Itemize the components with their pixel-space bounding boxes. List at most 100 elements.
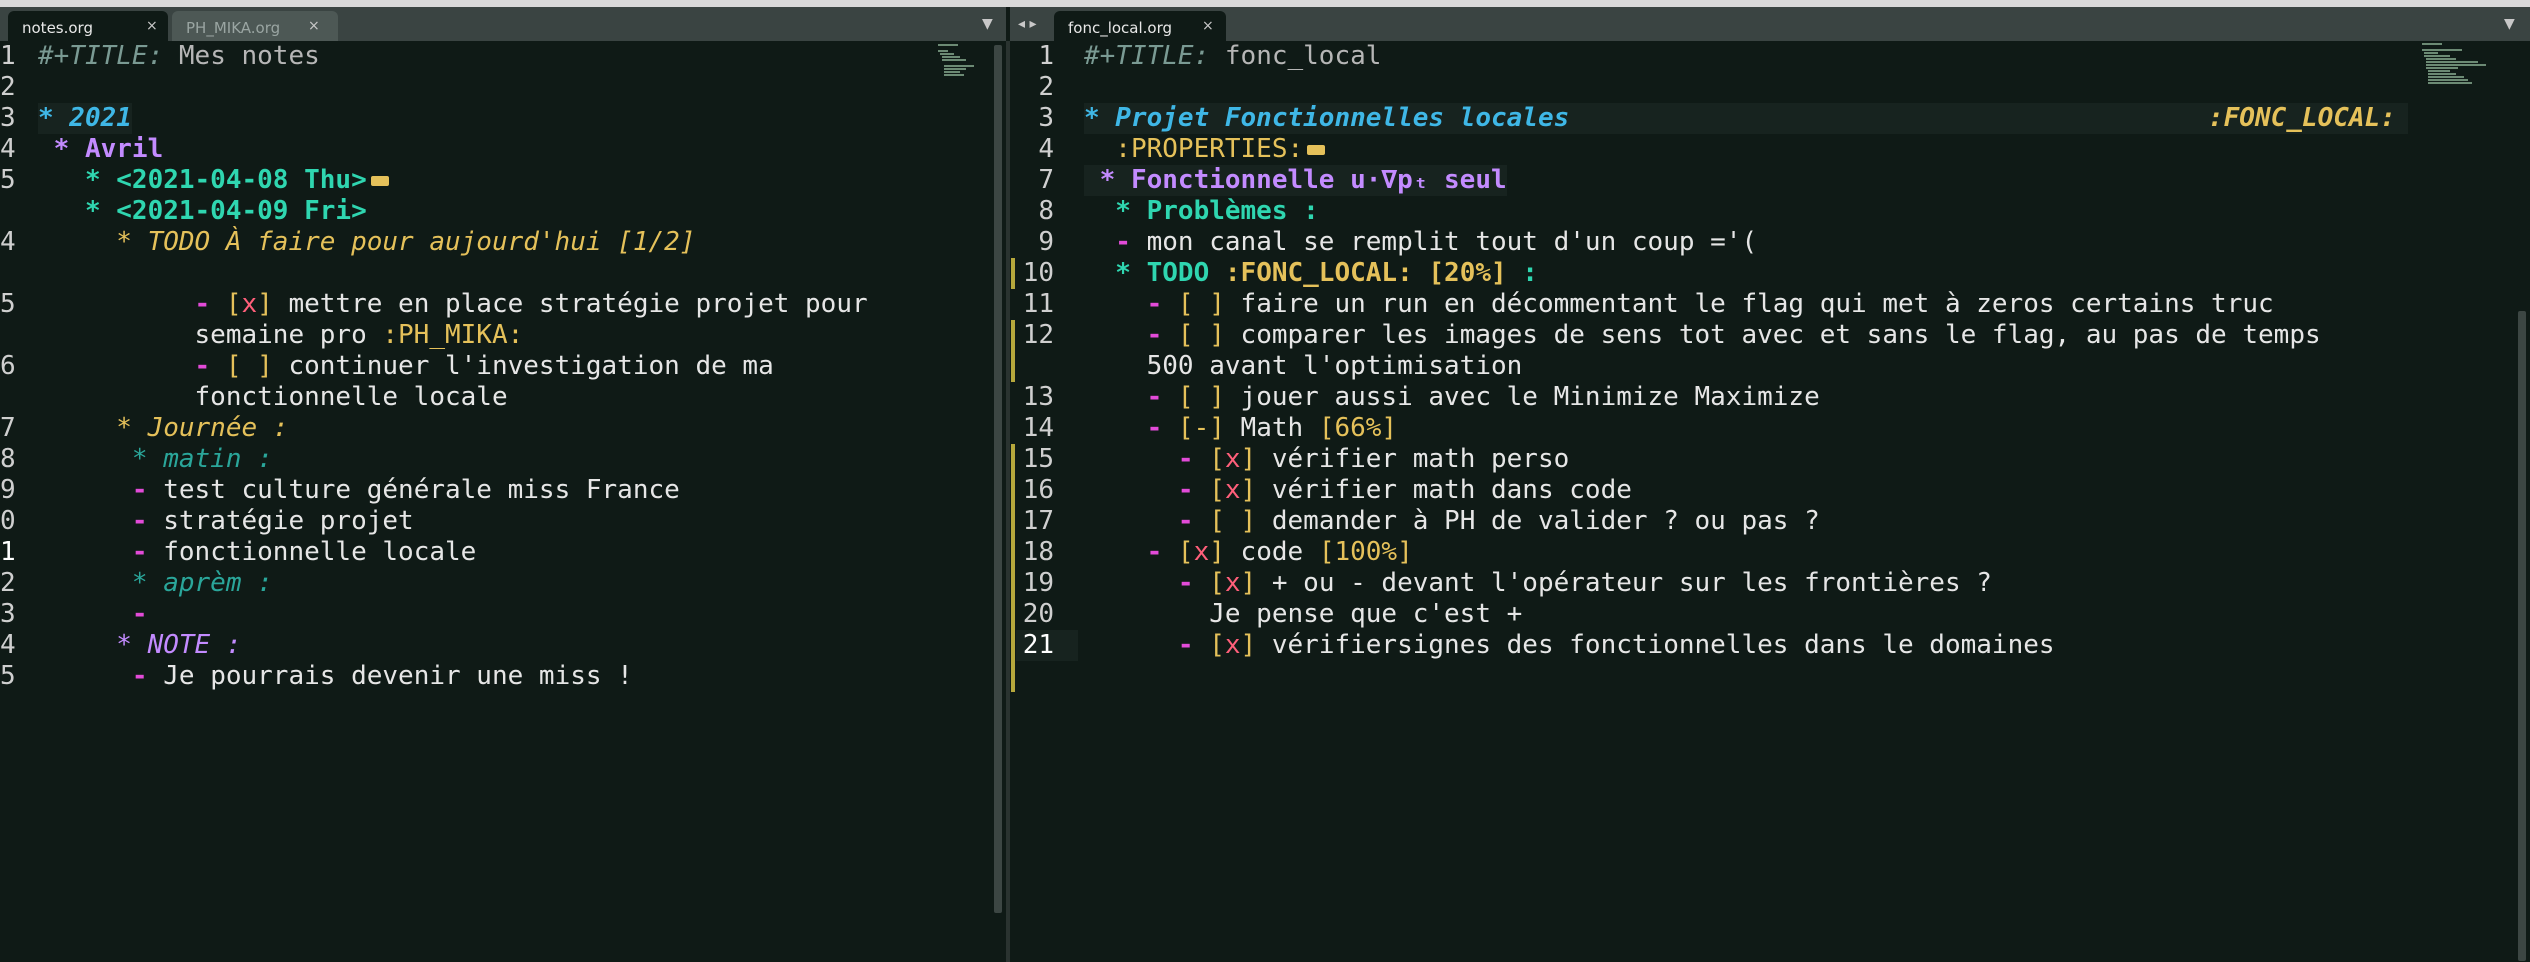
line-number: 1 xyxy=(0,537,16,567)
list-bullet: - xyxy=(1084,289,1178,319)
checkbox-bracket: [ xyxy=(1209,475,1225,505)
list-item-text: vérifier math dans code xyxy=(1256,475,1632,505)
heading-projet: * Projet Fonctionnelles locales xyxy=(1084,103,1570,133)
list-item-text: stratégie projet xyxy=(163,506,414,536)
tag-ph-mika: :PH_MIKA: xyxy=(382,320,524,350)
heading-date-thu: * <2021-04-08 Thu> xyxy=(38,165,367,195)
list-bullet: - xyxy=(1084,320,1178,350)
progress-cookie: [1/2] xyxy=(601,227,696,257)
heading-matin: * matin : xyxy=(38,444,273,474)
line-number: 13 xyxy=(1022,382,1054,412)
checkbox-empty[interactable]: [ ] xyxy=(1209,506,1256,536)
tab-notes-org[interactable]: notes.org × xyxy=(8,11,168,41)
checkbox-partial[interactable]: [-] xyxy=(1178,413,1225,443)
list-item-text: semaine pro xyxy=(38,320,383,350)
folded-ellipsis-icon[interactable] xyxy=(370,175,389,186)
list-item-text: 500 avant l'optimisation xyxy=(1084,351,1523,381)
close-icon[interactable]: × xyxy=(146,18,158,34)
line-number: 9 xyxy=(0,475,16,505)
heading-avril: * Avril xyxy=(38,134,164,164)
line-number: 8 xyxy=(1038,196,1054,226)
minimap[interactable] xyxy=(938,41,982,81)
heading-fonctionnelle: * Fonctionnelle u·∇pₜ seul xyxy=(1084,165,1507,196)
list-bullet: - xyxy=(38,289,226,319)
minimap[interactable] xyxy=(2422,41,2496,91)
gutter-change-marker xyxy=(1011,444,1015,692)
list-bullet: - xyxy=(1084,413,1178,443)
checkbox-checked[interactable]: x xyxy=(1225,475,1241,505)
gutter-change-marker xyxy=(1011,320,1015,382)
list-item-text: jouer aussi avec le Minimize Maximize xyxy=(1224,382,1820,412)
checkbox-checked[interactable]: x xyxy=(1225,568,1241,598)
vertical-scrollbar[interactable] xyxy=(2518,311,2526,961)
list-item-text: comparer les images de sens tot avec et … xyxy=(1224,320,2321,350)
checkbox-checked[interactable]: x xyxy=(1194,537,1210,567)
checkbox-empty[interactable]: [ ] xyxy=(1178,320,1225,350)
list-bullet: - xyxy=(1084,444,1210,474)
line-number: 2 xyxy=(0,72,16,102)
folded-ellipsis-icon[interactable] xyxy=(1307,144,1326,155)
checkbox-bracket: ] xyxy=(257,289,273,319)
line-number: 2 xyxy=(0,568,16,598)
left-editor-pane[interactable]: 1 #+TITLE: Mes notes 2 3 * 2021 4 * Avril … xyxy=(0,41,1006,962)
checkbox-checked[interactable]: x xyxy=(1225,630,1241,660)
list-bullet: - xyxy=(38,475,164,505)
todo-heading: * TODO xyxy=(1084,258,1225,288)
title-value: fonc_local xyxy=(1209,41,1382,71)
heading-journee: * Journée : xyxy=(38,413,289,443)
list-bullet: - xyxy=(1084,475,1210,505)
todo-heading: * TODO À faire pour aujourd'hui xyxy=(38,227,602,257)
checkbox-empty[interactable]: [ ] xyxy=(1178,289,1225,319)
line-number: 15 xyxy=(1022,444,1054,474)
list-item-text: vérifiersignes des fonctionnelles dans l… xyxy=(1256,630,2055,660)
checkbox-bracket: [ xyxy=(225,289,242,319)
tab-menu-icon[interactable]: ▼ xyxy=(982,16,993,32)
line-number: 4 xyxy=(1038,134,1054,164)
checkbox-bracket: ] xyxy=(1240,568,1257,598)
heading-2021: * 2021 xyxy=(38,103,132,134)
heading-problemes: * Problèmes : xyxy=(1084,196,1319,226)
close-icon[interactable]: × xyxy=(308,18,320,34)
close-icon[interactable]: × xyxy=(1202,18,1214,34)
checkbox-empty[interactable]: [ ] xyxy=(1178,382,1225,412)
checkbox-bracket: [ xyxy=(1209,444,1225,474)
list-item-text: vérifier math perso xyxy=(1256,444,1570,474)
line-number: 0 xyxy=(0,506,16,536)
checkbox-bracket: ] xyxy=(1240,630,1257,660)
list-item-text: faire un run en décommentant le flag qui… xyxy=(1224,289,2274,319)
tab-ph-mika-org[interactable]: PH_MIKA.org × xyxy=(172,11,338,41)
checkbox-checked[interactable]: x xyxy=(1225,444,1241,474)
line-number: 2 xyxy=(1038,72,1054,102)
tab-fonc-local-org[interactable]: fonc_local.org × xyxy=(1054,11,1226,41)
left-tab-bar: notes.org × PH_MIKA.org × ▼ xyxy=(0,7,1006,41)
heading-note: * NOTE : xyxy=(38,630,242,660)
checkbox-empty[interactable]: [ ] xyxy=(226,351,273,381)
tab-menu-icon[interactable]: ▼ xyxy=(2504,16,2515,32)
todo-tag-progress: :FONC_LOCAL: [20%] xyxy=(1224,258,1507,288)
list-item-text: fonctionnelle locale xyxy=(38,382,508,412)
list-item-text: Math xyxy=(1224,413,1319,443)
line-number: 12 xyxy=(1022,320,1054,350)
line-number: 5 xyxy=(0,661,16,691)
line-number: 10 xyxy=(1022,258,1054,288)
list-item-text: continuer l'investigation de ma xyxy=(272,351,774,381)
checkbox-checked[interactable]: x xyxy=(242,289,258,319)
list-item-text: test culture générale miss France xyxy=(163,475,680,505)
list-item-text: + ou - devant l'opérateur sur les fronti… xyxy=(1256,568,1992,598)
heading-apres: * aprèm : xyxy=(38,568,273,598)
list-item-text: demander à PH de valider ? ou pas ? xyxy=(1256,506,1820,536)
progress-cookie: [100%] xyxy=(1318,537,1413,567)
line-number: 4 xyxy=(0,630,16,660)
line-number: 1 xyxy=(0,41,16,71)
tab-nav-arrows-icon[interactable]: ◂ ▸ xyxy=(1018,16,1037,32)
line-number: 8 xyxy=(0,444,16,474)
list-item-text: Je pourrais devenir une miss ! xyxy=(163,661,633,691)
tag-fonc-local: :FONC_LOCAL: xyxy=(2208,103,2396,133)
right-editor-pane[interactable]: 1 #+TITLE: fonc_local 2 3 * Projet Fonctio… xyxy=(1010,41,2530,962)
list-bullet: - xyxy=(1084,568,1210,598)
list-item-text: fonctionnelle locale xyxy=(163,537,477,567)
line-number: 17 xyxy=(1022,506,1054,536)
vertical-scrollbar[interactable] xyxy=(994,45,1002,913)
line-number: 4 xyxy=(0,227,16,257)
right-tab-bar: ◂ ▸ fonc_local.org × ▼ xyxy=(1010,7,2530,41)
